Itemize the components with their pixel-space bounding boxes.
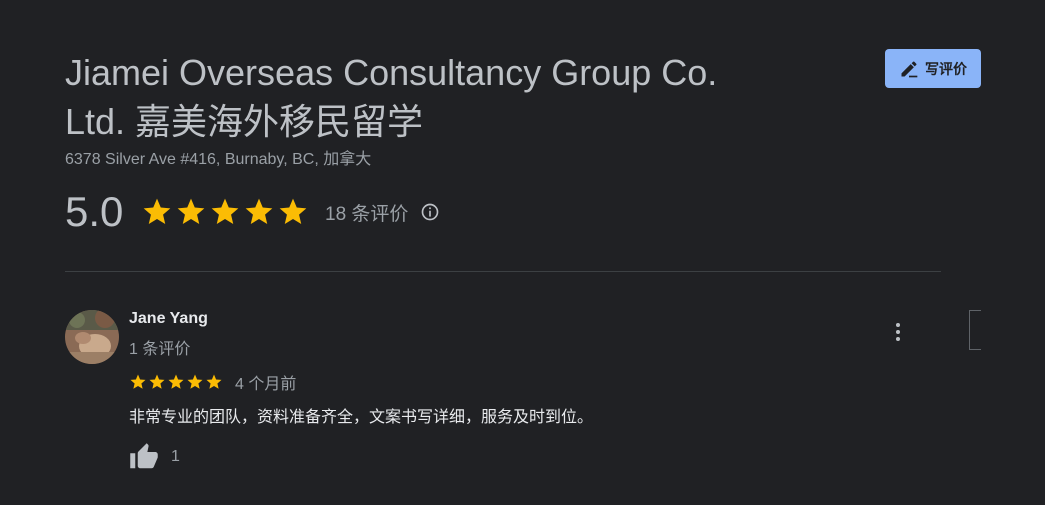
review-stars (129, 373, 223, 391)
business-address: 6378 Silver Ave #416, Burnaby, BC, 加拿大 (65, 151, 372, 168)
star-icon (245, 198, 273, 224)
panel-edge (969, 310, 981, 350)
star-icon (143, 198, 171, 224)
rating-value: 5.0 (65, 188, 124, 235)
edit-pencil-icon (899, 59, 919, 79)
review-time: 4 个月前 (235, 376, 297, 393)
review-count: 18 条评价 (325, 203, 409, 225)
star-icon (206, 374, 222, 389)
star-icon (177, 198, 205, 224)
star-icon (130, 374, 146, 389)
star-icon (149, 374, 165, 389)
star-icon (211, 198, 239, 224)
thumbs-up-icon[interactable] (129, 442, 159, 472)
review-meta: 4 个月前 (129, 370, 296, 394)
business-title: Jiamei Overseas Consultancy Group Co. Lt… (65, 52, 718, 142)
reviewer-name[interactable]: Jane Yang (129, 310, 208, 328)
rating-summary: 5.0 18 条评价 (65, 188, 440, 236)
like-row: 1 (129, 442, 180, 472)
star-icon (279, 198, 307, 224)
write-review-button[interactable]: 写评价 (885, 49, 981, 88)
divider (65, 271, 941, 272)
like-count: 1 (171, 448, 180, 465)
review-text: 非常专业的团队，资料准备齐全，文案书写详细，服务及时到位。 (129, 409, 594, 426)
avatar[interactable] (65, 310, 119, 364)
rating-stars (141, 196, 309, 228)
write-review-label: 写评价 (925, 60, 967, 77)
place-reviews-panel: Jiamei Overseas Consultancy Group Co. Lt… (0, 0, 1045, 505)
star-icon (168, 374, 184, 389)
star-icon (187, 374, 203, 389)
info-icon[interactable] (420, 202, 440, 222)
more-options-icon[interactable] (888, 320, 908, 344)
reviewer-review-count: 1 条评价 (129, 341, 191, 358)
